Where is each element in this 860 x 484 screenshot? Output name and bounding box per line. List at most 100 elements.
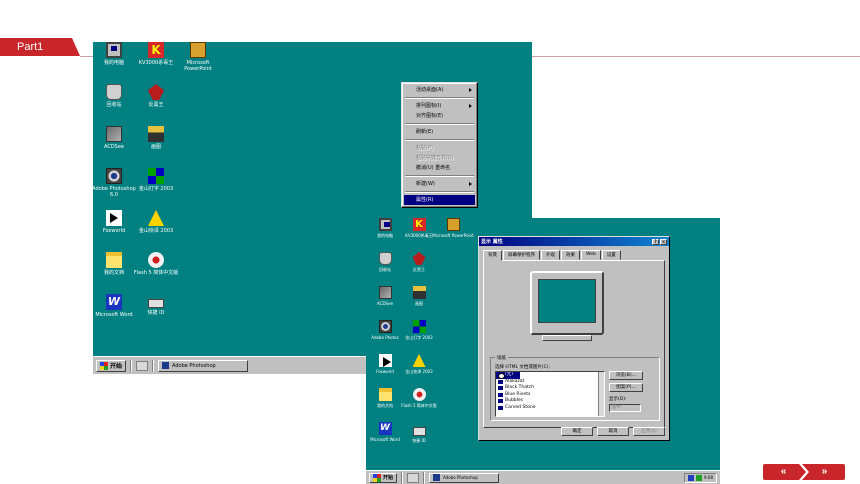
prev-slide-button[interactable]: « <box>763 464 804 480</box>
desktop-icon[interactable]: W Microsoft Word <box>93 294 137 318</box>
menu-item-label: 活动桌面(A) <box>416 87 444 93</box>
desktop-icon-label: Flash 5 简体中文版 <box>133 270 179 276</box>
desktop-icon[interactable]: 金山快译 2003 <box>133 210 179 234</box>
folder-icon <box>378 388 392 401</box>
menu-item-label: 排列图标(I) <box>416 103 442 109</box>
desktop-icon[interactable]: Microsoft PowerPoint <box>430 218 476 238</box>
menu-item-label: 粘贴快捷方式(S) <box>416 155 454 161</box>
pattern-button[interactable]: 图案(P)... <box>609 383 643 392</box>
help-button[interactable]: ? <box>652 238 659 245</box>
desktop-icon[interactable]: Microsoft PowerPoint <box>175 42 221 72</box>
taskbar-task-photoshop[interactable]: Adobe Photoshop <box>429 472 500 483</box>
close-button[interactable]: × <box>660 238 667 245</box>
dialog-tab[interactable]: 效果 <box>561 250 580 260</box>
menu-item[interactable]: 活动桌面(A) <box>404 85 475 95</box>
desktop-icon[interactable]: Flash 5 简体中文版 <box>133 252 179 276</box>
desktop-icon-label: 反黑王 <box>413 267 425 272</box>
desktop-icon[interactable]: 我的文档 <box>93 252 137 276</box>
menu-item-label: 对齐图标(E) <box>416 113 444 119</box>
menu-item[interactable]: 新建(W) <box>404 179 475 189</box>
desktop-icon[interactable]: Adobe Photoshop 6.0 <box>93 168 137 198</box>
taskbar-separator <box>152 359 155 372</box>
slide-nav: « » <box>763 464 845 480</box>
menu-separator <box>405 191 474 193</box>
menu-item[interactable]: 对齐图标(E) <box>404 111 475 121</box>
eye-icon <box>378 320 392 333</box>
dialog-tab[interactable]: 设置 <box>601 250 621 260</box>
display-mode-select[interactable]: 居中 <box>609 404 641 412</box>
menu-separator <box>405 97 474 99</box>
show-desktop-icon[interactable] <box>136 360 149 371</box>
menu-item-label: 新建(W) <box>416 181 435 187</box>
arrow-icon <box>378 354 392 367</box>
dialog-tab[interactable]: Web <box>581 250 601 260</box>
menu-item-label: 刷新(E) <box>416 129 434 135</box>
desktop-icon-label: Foxworld <box>102 228 126 234</box>
monitor-preview-icon <box>530 271 604 335</box>
tiles-icon <box>148 168 164 184</box>
display-properties-dialog: 显示 属性 ? × 背景 屏幕保护程序 外观 效果 Web 设置 墙纸 选择 HTML 文… <box>478 236 670 441</box>
input-method-icon[interactable] <box>688 474 695 481</box>
clock: 9:08 <box>704 475 713 480</box>
desktop-icon[interactable]: 画图 <box>133 126 179 150</box>
desktop-icon[interactable]: K KV3000杀毒王 <box>133 42 179 66</box>
desktop-icon[interactable]: 画图 <box>396 286 442 306</box>
display-mode-label: 显示(D): <box>609 397 627 402</box>
taskbar-task-photoshop[interactable]: Adobe Photoshop <box>158 359 249 372</box>
desktop-icon[interactable]: 反黑王 <box>133 84 179 108</box>
desktop-icon-label: Microsoft PowerPoint <box>432 233 474 238</box>
desktop-icon[interactable]: 金山快译 2003 <box>396 354 442 374</box>
desktop-icon-label: Microsoft Word <box>95 312 133 318</box>
show-desktop-icon[interactable] <box>407 472 420 483</box>
desktop-icon-label: 反黑王 <box>148 102 164 108</box>
start-button[interactable]: 开始 <box>369 472 398 483</box>
desktop-icon[interactable]: ACDSee <box>93 126 137 150</box>
desktop-icon[interactable]: 金山打字 2003 <box>133 168 179 192</box>
start-button[interactable]: 开始 <box>96 359 127 372</box>
menu-item: 粘贴快捷方式(S) <box>404 153 475 163</box>
photoshop-icon <box>433 474 441 481</box>
dialog-tab[interactable]: 背景 <box>483 250 502 261</box>
task-label: Adobe Photoshop <box>172 362 216 369</box>
desktop-icon[interactable]: 我的电脑 <box>93 42 137 66</box>
desktop-icon-label: ACDSee <box>104 144 124 150</box>
ok-button[interactable]: 确定 <box>561 427 593 436</box>
browse-button[interactable]: 浏览(B)... <box>609 371 643 380</box>
photoshop-icon <box>162 362 170 369</box>
dialog-tab[interactable]: 屏幕保护程序 <box>503 250 540 260</box>
menu-item[interactable]: 刷新(E) <box>404 127 475 137</box>
wallpaper-list-scrollbar[interactable] <box>598 372 604 416</box>
menu-item[interactable]: 排列图标(I) <box>404 101 475 111</box>
volume-icon[interactable] <box>696 474 703 481</box>
menu-item-label: 属性(R) <box>416 197 434 203</box>
apply-button[interactable]: 应用(A) <box>633 427 665 436</box>
part-label: Part1 <box>0 38 80 56</box>
desktop-icon[interactable]: 快捷 ID <box>396 422 442 443</box>
menu-item-label: 撤消(U) 重命名 <box>416 165 451 171</box>
desktop-icon-label: 我的文档 <box>103 270 124 276</box>
desktop-icon[interactable]: Foxworld <box>93 210 137 234</box>
cancel-button[interactable]: 取消 <box>597 427 629 436</box>
menu-item[interactable]: 属性(R) <box>404 195 475 205</box>
dialog-tab[interactable]: 外观 <box>541 250 560 260</box>
wallpaper-list[interactable]: (无) Alakazat Black Thatch Blue Rivets Bubble… <box>495 371 605 417</box>
desktop-icon[interactable]: 金山打字 2003 <box>396 320 442 340</box>
desktop-icon[interactable]: Flash 5 简体中文版 <box>396 388 442 408</box>
bin-icon <box>106 84 122 100</box>
start-label: 开始 <box>110 363 123 370</box>
next-slide-button[interactable]: » <box>804 464 845 480</box>
dialog-title-bar[interactable]: 显示 属性 ? × <box>479 237 669 246</box>
submenu-arrow-icon <box>469 88 472 92</box>
word-icon: W <box>378 422 392 435</box>
k-icon: K <box>412 218 426 231</box>
folder-icon <box>106 252 122 268</box>
desktop-icon[interactable]: 回收站 <box>93 84 137 108</box>
taskbar-separator <box>401 471 404 484</box>
wallpaper-list-item[interactable]: Carved Stone <box>496 405 604 412</box>
desktop-context-menu: 活动桌面(A) 排列图标(I) 对齐图标(E) 刷新(E) 粘贴(P) 粘贴快捷方式(S)… <box>401 82 478 208</box>
wallpaper-group-label: 墙纸 <box>495 355 508 361</box>
desktop-icon[interactable]: 反黑王 <box>396 252 442 272</box>
menu-item[interactable]: 撤消(U) 重命名 <box>404 163 475 173</box>
flash-icon <box>148 252 164 268</box>
desktop-icon[interactable]: 快捷 ID <box>133 294 179 316</box>
